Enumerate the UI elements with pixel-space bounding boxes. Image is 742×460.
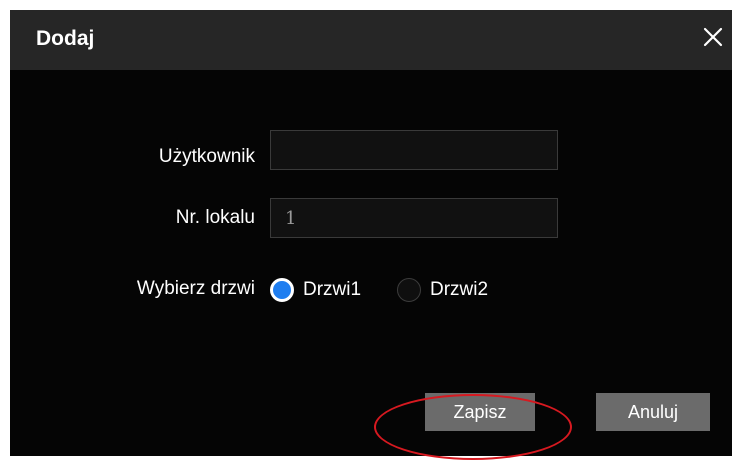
user-label: Użytkownik xyxy=(158,146,255,167)
dialog-title: Dodaj xyxy=(36,27,95,50)
door1-radio[interactable] xyxy=(270,278,294,302)
dialog-titlebar: Dodaj xyxy=(10,10,732,70)
cancel-button[interactable]: Anuluj xyxy=(596,393,710,431)
door2-label[interactable]: Drzwi2 xyxy=(430,279,488,301)
select-door-label: Wybierz drzwi xyxy=(136,278,255,299)
door2-radio[interactable] xyxy=(397,278,421,302)
room-number-label: Nr. lokalu xyxy=(175,207,255,228)
door1-label[interactable]: Drzwi1 xyxy=(303,279,361,301)
user-input[interactable] xyxy=(270,130,558,170)
save-button[interactable]: Zapisz xyxy=(425,393,535,431)
room-number-input[interactable] xyxy=(270,198,558,238)
close-icon[interactable] xyxy=(698,22,728,52)
